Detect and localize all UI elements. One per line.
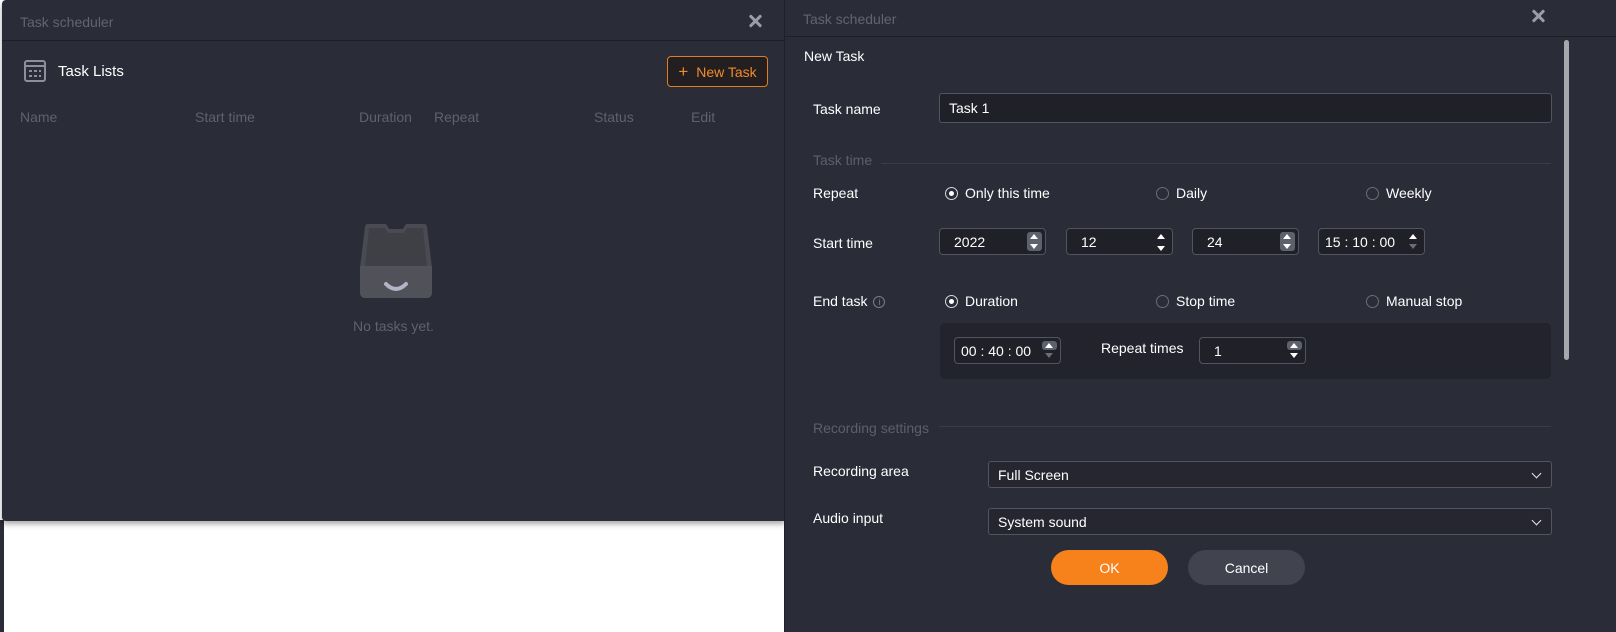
- calendar-icon: [24, 60, 46, 82]
- repeat-times-stepper[interactable]: 1: [1199, 337, 1306, 364]
- info-icon[interactable]: i: [873, 296, 886, 308]
- close-icon[interactable]: [1530, 7, 1548, 25]
- duration-panel: 00 : 40 : 00 Repeat times 1: [940, 323, 1551, 379]
- radio-unselected-icon: [1156, 186, 1169, 200]
- repeat-label: Repeat: [813, 185, 859, 201]
- end-option-manual-stop[interactable]: Manual stop: [1366, 293, 1462, 309]
- recording-settings-section-title: Recording settings: [813, 420, 929, 436]
- new-task-label: New Task: [696, 63, 757, 80]
- recording-area-label: Recording area: [813, 463, 909, 479]
- scrollbar-thumb[interactable]: [1564, 40, 1569, 360]
- stepper-arrows-icon[interactable]: [1154, 232, 1169, 251]
- column-header-duration[interactable]: Duration: [359, 109, 412, 125]
- radio-label: Manual stop: [1386, 293, 1463, 309]
- start-year-stepper[interactable]: 2022: [939, 228, 1046, 255]
- repeat-option-weekly[interactable]: Weekly: [1366, 185, 1432, 201]
- stepper-arrows-icon[interactable]: [1027, 232, 1042, 251]
- start-time-label: Start time: [813, 235, 873, 251]
- new-task-heading: New Task: [804, 48, 865, 64]
- radio-unselected-icon: [1156, 294, 1169, 308]
- audio-input-label: Audio input: [813, 510, 884, 526]
- empty-state-text: No tasks yet.: [353, 318, 434, 334]
- stepper-value: 1: [1214, 342, 1222, 359]
- close-icon[interactable]: [747, 12, 765, 30]
- chevron-down-icon: [1531, 468, 1542, 479]
- background-window-edge: [0, 520, 4, 632]
- duration-stepper[interactable]: 00 : 40 : 00: [954, 337, 1061, 364]
- start-clock-stepper[interactable]: 15 : 10 : 00: [1318, 228, 1425, 255]
- radio-label: Stop time: [1176, 293, 1236, 309]
- radio-selected-icon: [945, 294, 958, 308]
- task-lists-title: Task Lists: [58, 62, 124, 80]
- end-option-stop-time[interactable]: Stop time: [1156, 293, 1235, 309]
- cancel-button[interactable]: Cancel: [1188, 550, 1305, 585]
- radio-unselected-icon: [1366, 186, 1379, 200]
- stepper-arrows-icon[interactable]: [1042, 341, 1057, 360]
- task-name-input[interactable]: Task 1: [939, 93, 1552, 123]
- task-list-window: Task scheduler Task Lists + New Task Nam…: [2, 0, 785, 521]
- new-task-button[interactable]: + New Task: [667, 56, 768, 87]
- task-lists-header: Task Lists: [24, 60, 124, 82]
- stepper-value: 12: [1081, 233, 1097, 250]
- radio-unselected-icon: [1366, 294, 1379, 308]
- title-bar: Task scheduler: [2, 0, 785, 41]
- stepper-arrows-icon[interactable]: [1280, 232, 1295, 251]
- radio-label: Duration: [965, 293, 1018, 309]
- title-bar: Task scheduler: [785, 0, 1616, 37]
- new-task-window: Task scheduler New Task Task name Task 1…: [784, 0, 1616, 632]
- column-header-status[interactable]: Status: [594, 109, 634, 125]
- window-title: Task scheduler: [20, 14, 114, 30]
- radio-label: Daily: [1176, 185, 1208, 201]
- start-day-stepper[interactable]: 24: [1192, 228, 1299, 255]
- column-header-name[interactable]: Name: [20, 109, 57, 125]
- plus-icon: +: [678, 62, 689, 81]
- ok-button[interactable]: OK: [1051, 550, 1168, 585]
- end-task-text: End task: [813, 293, 868, 309]
- radio-label: Only this time: [965, 185, 1050, 201]
- stepper-arrows-icon[interactable]: [1287, 341, 1302, 360]
- column-header-start-time[interactable]: Start time: [195, 109, 255, 125]
- repeat-option-daily[interactable]: Daily: [1156, 185, 1207, 201]
- radio-selected-icon: [945, 186, 958, 200]
- audio-input-select[interactable]: System sound: [988, 508, 1552, 535]
- end-task-label: End task i: [813, 293, 886, 309]
- recording-area-select[interactable]: Full Screen: [988, 461, 1552, 488]
- start-month-stepper[interactable]: 12: [1066, 228, 1173, 255]
- chevron-down-icon: [1531, 515, 1542, 526]
- stepper-value: 15 : 10 : 00: [1325, 233, 1396, 250]
- window-title: Task scheduler: [803, 11, 897, 27]
- empty-tray-icon: [360, 224, 432, 298]
- stepper-value: 24: [1207, 233, 1223, 250]
- task-time-section-title: Task time: [813, 152, 873, 168]
- end-option-duration[interactable]: Duration: [945, 293, 1018, 309]
- stepper-value: 2022: [954, 233, 986, 250]
- column-header-edit[interactable]: Edit: [691, 109, 715, 125]
- task-name-label: Task name: [813, 101, 881, 117]
- select-value: System sound: [998, 513, 1087, 530]
- repeat-times-label: Repeat times: [1101, 340, 1184, 356]
- stepper-value: 00 : 40 : 00: [961, 342, 1032, 359]
- section-divider: [939, 426, 1551, 427]
- repeat-option-only-this-time[interactable]: Only this time: [945, 185, 1050, 201]
- select-value: Full Screen: [998, 466, 1069, 483]
- column-header-repeat[interactable]: Repeat: [434, 109, 479, 125]
- stepper-arrows-icon[interactable]: [1406, 232, 1421, 251]
- radio-label: Weekly: [1386, 185, 1432, 201]
- section-divider: [881, 163, 1551, 164]
